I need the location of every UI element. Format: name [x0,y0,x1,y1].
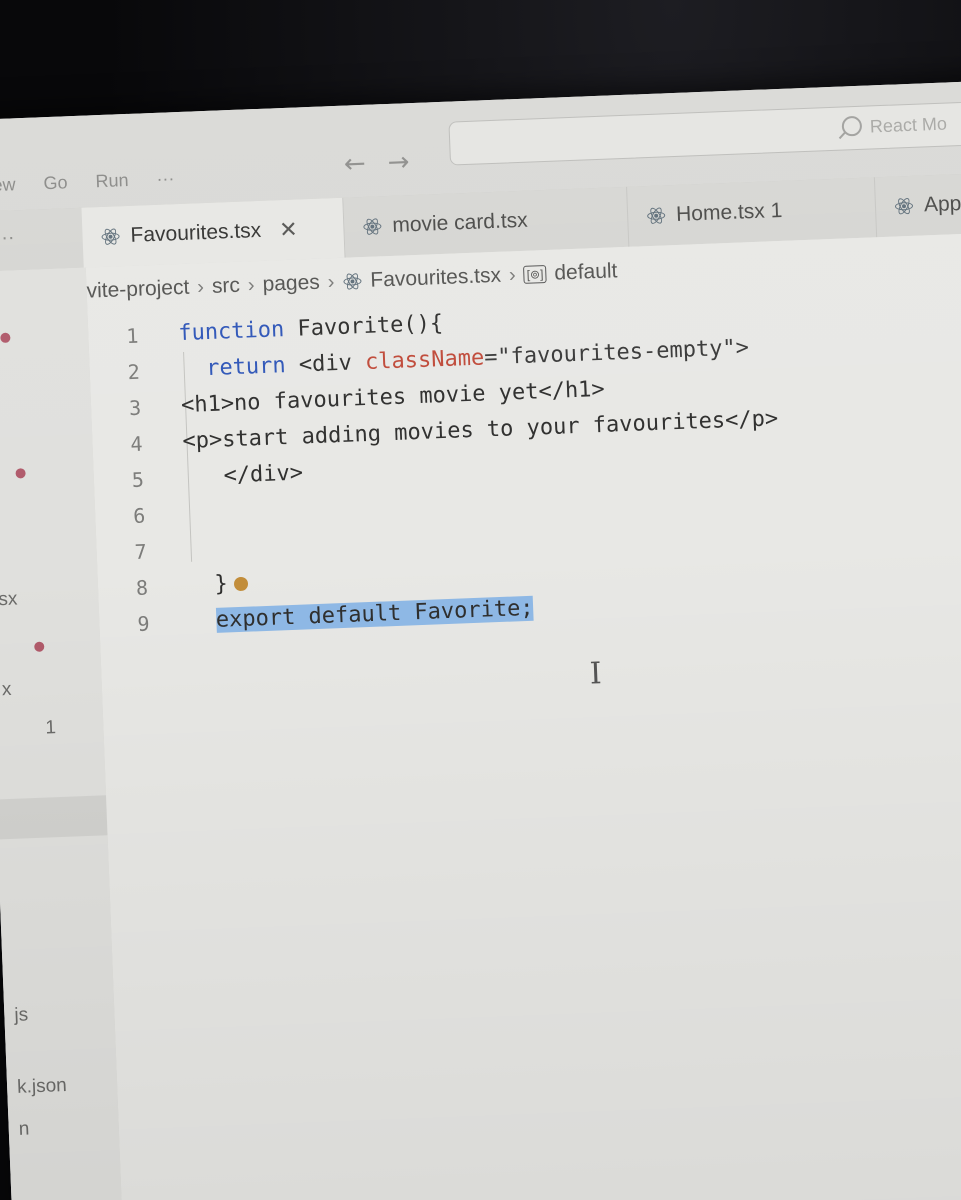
selected-code: export default Favorite; [215,595,535,633]
navigation-arrows: ← → [343,147,410,179]
breadcrumb-item[interactable]: pages [262,271,320,297]
code-token: } [187,571,229,598]
tab-label: Favourites.tsx [130,218,262,247]
chevron-right-icon: › [196,275,205,298]
code-token: <div [285,350,366,379]
explorer-item-x[interactable]: x [1,675,112,701]
code-token: </div> [183,460,304,491]
explorer-item-json[interactable]: k.json [17,1073,128,1099]
line-number: 8 [135,575,149,600]
code-editor[interactable]: vite-project › src › pages › Favourites.… [85,231,961,1200]
chevron-right-icon: › [247,273,256,296]
line-number: 4 [130,431,144,457]
menu-bar: ew Go Run ··· [0,168,175,196]
explorer-item-sx[interactable]: sx [0,585,109,611]
explorer-badge: 4 [0,285,99,311]
text-cursor-icon: I [589,656,603,692]
breadcrumb-item[interactable]: default [554,259,618,285]
code-token: ="favourites-empty"> [483,335,750,371]
forward-arrow-icon[interactable]: → [387,147,410,178]
menu-view[interactable]: ew [0,174,16,196]
react-file-icon [100,226,121,247]
tab-home[interactable]: Home.tsx 1 [627,177,878,247]
search-icon [841,115,863,137]
tab-label: Home.tsx 1 [675,198,783,226]
explorer-item-js[interactable]: js [14,1001,125,1027]
menu-run[interactable]: Run [95,170,129,192]
code-line[interactable]: 2 return <div className="favourites-empt… [89,335,749,392]
breadcrumb: vite-project › src › pages › Favourites.… [86,259,618,303]
line-number: 1 [125,323,139,349]
chevron-right-icon: › [508,263,517,286]
symbol-icon: [⊚] [523,264,547,284]
code-token: Favorite(){ [297,310,444,342]
tab-movie-card[interactable]: movie card.tsx [343,186,630,258]
monitor-bezel: ew Go Run ··· ← → React Mo ··· Favourite… [0,0,961,1200]
explorer-more-icon[interactable]: ··· [0,226,15,250]
react-file-icon [342,271,363,292]
code-token: className [364,345,485,376]
code-line[interactable]: 5 </div> [93,460,303,500]
menu-go[interactable]: Go [43,172,68,194]
tab-label: movie card.tsx [391,208,529,237]
code-line[interactable]: 9 export default Favorite; [99,595,534,643]
line-number: 5 [131,467,145,493]
modified-dot-icon [0,332,11,343]
tab-label: App.ts [923,191,961,217]
menu-more[interactable]: ··· [156,168,175,190]
react-file-icon [894,196,915,217]
modified-dot-icon [15,468,26,479]
code-line[interactable]: 8 } [97,571,249,607]
react-file-icon [646,205,667,226]
breadcrumb-item[interactable]: src [211,274,240,299]
chevron-right-icon: › [327,270,335,293]
breadcrumb-item[interactable]: vite-project [86,276,190,304]
code-token: function [177,316,298,347]
code-line[interactable]: 3 <h1>no favourites movie yet</h1> [91,377,605,428]
modified-dot-icon [34,641,45,652]
code-line[interactable]: 6 [95,499,146,535]
line-number: 2 [127,359,141,385]
vscode-window: ew Go Run ··· ← → React Mo ··· Favourite… [0,80,961,1200]
code-line[interactable]: 4 <p>start adding movies to your favourit… [92,406,779,464]
line-number: 7 [134,539,148,564]
code-token: return [205,353,287,382]
line-number: 3 [128,395,142,421]
code-line[interactable]: 1 function Favorite(){ [88,311,444,356]
tab-app[interactable]: App.ts [874,171,961,238]
back-arrow-icon[interactable]: ← [343,149,366,180]
explorer-selection [0,795,108,840]
breadcrumb-item[interactable]: Favourites.tsx [370,264,502,293]
lightbulb-icon[interactable] [233,576,249,592]
react-file-icon [362,216,383,237]
line-source: </div> [183,455,304,496]
search-text: React Mo [869,113,948,137]
line-number: 9 [136,611,150,636]
line-source: } [187,566,249,604]
line-number: 6 [132,503,146,529]
explorer-item-n[interactable]: n [18,1115,129,1141]
close-icon[interactable]: ✕ [279,217,298,244]
command-center-search[interactable]: React Mo [448,100,961,166]
code-line[interactable]: 7 [96,535,147,571]
tab-favourites[interactable]: Favourites.tsx ✕ [81,197,346,268]
